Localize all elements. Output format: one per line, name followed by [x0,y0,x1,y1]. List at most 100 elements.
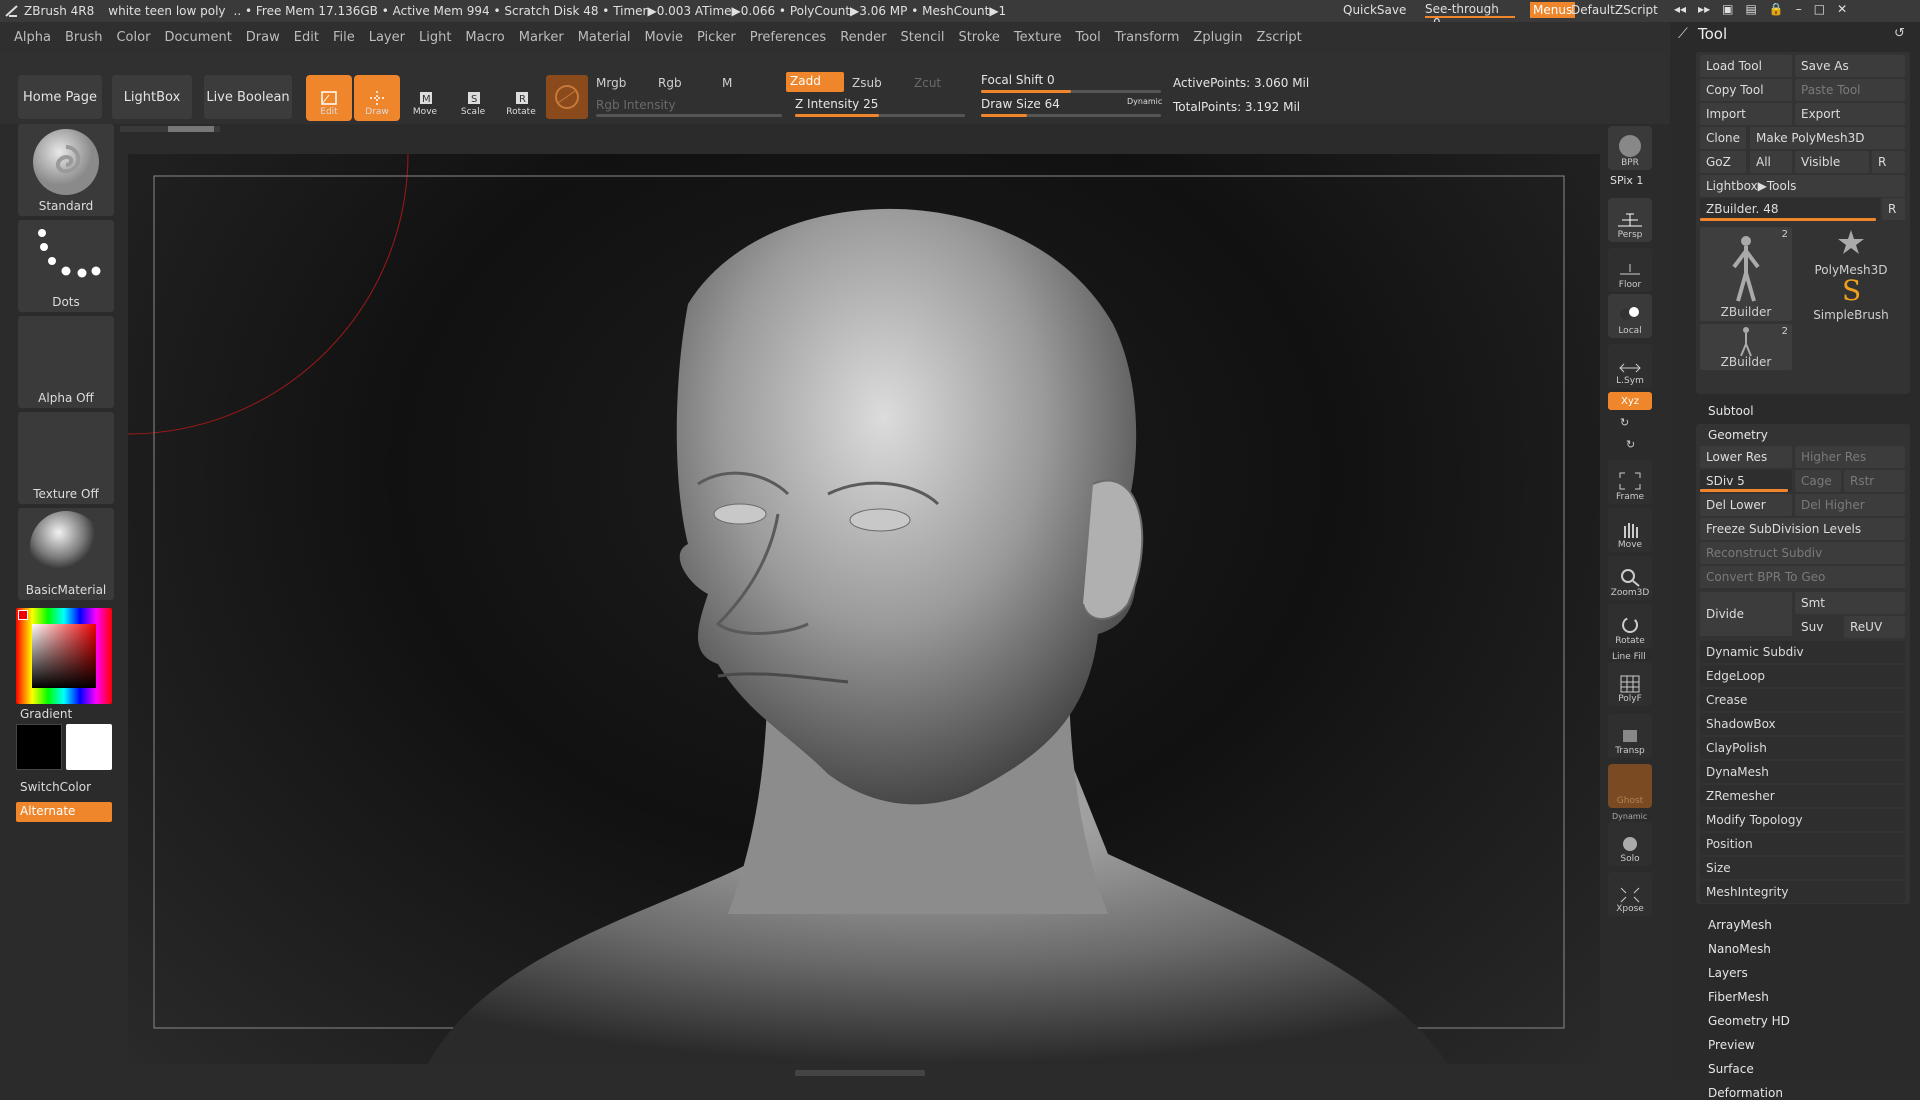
claypolish-header[interactable]: ClayPolish [1700,737,1905,759]
live-boolean-button[interactable]: Live Boolean [204,75,292,119]
scroll-icon[interactable]: ◂◂ [1674,2,1686,16]
canvas-scroll-track[interactable] [120,126,220,132]
color-picker[interactable] [16,608,112,704]
zsub-button[interactable]: Zsub [852,76,882,90]
save-as-button[interactable]: Save As [1795,55,1905,77]
local-button[interactable]: Local [1608,294,1652,338]
subtool-header[interactable]: Subtool [1696,402,1910,422]
gradient-label[interactable]: Gradient [20,707,72,721]
m-button[interactable]: M [722,76,732,90]
crease-header[interactable]: Crease [1700,689,1905,711]
lsym-button[interactable]: L.Sym [1608,344,1652,388]
xpose-button[interactable]: Xpose [1608,872,1652,916]
edgeloop-header[interactable]: EdgeLoop [1700,665,1905,687]
menu-edit[interactable]: Edit [294,30,319,45]
polyf-button[interactable]: PolyF [1608,662,1652,706]
goz-all-button[interactable]: All [1750,151,1792,173]
switch-color-button[interactable]: SwitchColor [20,780,91,794]
preview-header[interactable]: Preview [1708,1038,1755,1052]
lock-icon[interactable]: 🔒 [1769,2,1784,16]
material-channel-button[interactable] [546,75,588,119]
reconstruct-subdiv-button[interactable]: Reconstruct Subdiv [1700,542,1905,564]
menu-texture[interactable]: Texture [1014,30,1062,45]
spix-slider[interactable]: SPix 1 [1610,174,1643,187]
menu-material[interactable]: Material [578,30,631,45]
paste-tool-button[interactable]: Paste Tool [1795,79,1905,101]
tool-pin-icon[interactable]: ⟋ [1678,26,1688,42]
make-polymesh3d-button[interactable]: Make PolyMesh3D [1750,127,1905,149]
zremesher-header[interactable]: ZRemesher [1700,785,1905,807]
stroke-slot[interactable]: Dots [18,220,114,312]
cage-button[interactable]: Cage [1795,470,1841,492]
menu-tool[interactable]: Tool [1075,30,1100,45]
lightbox-tools-button[interactable]: Lightbox▶Tools [1700,175,1905,197]
tool-thumb-polymesh3d[interactable]: PolyMesh3D [1796,227,1906,277]
brush-slot[interactable]: Standard [18,124,114,216]
copy-tool-button[interactable]: Copy Tool [1700,79,1792,101]
menu-zscript[interactable]: Zscript [1257,30,1302,45]
menu-color[interactable]: Color [116,30,150,45]
default-zscript-button[interactable]: DefaultZScript [1571,3,1658,17]
arraymesh-header[interactable]: ArrayMesh [1708,918,1772,932]
maximize-icon[interactable]: □ [1814,2,1825,16]
zbuilder-r-button[interactable]: R [1882,198,1905,220]
zbuilder-slider[interactable]: ZBuilder. 48 [1700,198,1880,220]
xyz-button[interactable]: Xyz [1608,392,1652,410]
secondary-color-swatch[interactable] [16,724,62,770]
export-button[interactable]: Export [1795,103,1905,125]
ghost-button[interactable]: Ghost [1608,764,1652,808]
lower-res-button[interactable]: Lower Res [1700,446,1792,468]
frame-button[interactable]: Frame [1608,460,1652,504]
bottom-scroll-handle[interactable] [795,1070,925,1076]
seethrough-slider[interactable]: See-through 0 [1425,2,1515,30]
higher-res-button[interactable]: Higher Res [1795,446,1905,468]
clone-button[interactable]: Clone [1700,127,1746,149]
dynamic-toggle[interactable]: Dynamic [1127,97,1162,106]
del-higher-button[interactable]: Del Higher [1795,494,1905,516]
close-icon[interactable]: ✕ [1837,2,1847,16]
primary-color-swatch[interactable] [18,610,28,620]
edit-mode-button[interactable]: Edit [306,75,352,121]
bpr-button[interactable]: BPR [1608,126,1652,170]
rgb-intensity-slider[interactable]: Rgb Intensity [596,98,676,112]
texture-slot[interactable]: Texture Off [18,412,114,504]
zadd-button[interactable]: Zadd [786,72,844,92]
layout-icon[interactable]: ▣ [1722,2,1733,16]
z-axis-icon[interactable]: ↻ [1626,438,1635,451]
size-header[interactable]: Size [1700,857,1905,879]
y-axis-icon[interactable]: ↻ [1620,416,1629,429]
menu-preferences[interactable]: Preferences [750,30,826,45]
layers-header[interactable]: Layers [1708,966,1748,980]
alpha-slot[interactable]: Alpha Off [18,316,114,408]
canvas-viewport[interactable] [128,154,1600,1064]
geometry-header[interactable]: Geometry [1708,428,1768,442]
geometry-hd-header[interactable]: Geometry HD [1708,1014,1790,1028]
draw-size-slider[interactable]: Draw Size 64 [981,97,1060,111]
tool-thumb-zbuilder[interactable]: 2 ZBuilder [1700,227,1792,321]
persp-button[interactable]: Persp [1608,198,1652,242]
menus-button[interactable]: Menus [1530,2,1576,18]
goz-visible-button[interactable]: Visible [1795,151,1869,173]
scale-mode-button[interactable]: S Scale [450,75,496,121]
rgb-button[interactable]: Rgb [658,76,682,90]
rstr-button[interactable]: Rstr [1844,470,1905,492]
rotate-mode-button[interactable]: R Rotate [498,75,544,121]
nanomesh-header[interactable]: NanoMesh [1708,942,1771,956]
menu-macro[interactable]: Macro [465,30,504,45]
alternate-toggle[interactable]: Alternate [16,802,112,822]
main-color-swatch[interactable] [66,724,112,770]
zoom3d-button[interactable]: Zoom3D [1608,556,1652,600]
zcut-button[interactable]: Zcut [914,76,941,90]
menu-render[interactable]: Render [840,30,886,45]
solo-button[interactable]: Solo [1608,822,1652,866]
menu-layer[interactable]: Layer [369,30,405,45]
material-slot[interactable]: BasicMaterial [18,508,114,600]
load-tool-button[interactable]: Load Tool [1700,55,1792,77]
menu-stroke[interactable]: Stroke [958,30,999,45]
scroll-right-icon[interactable]: ▸▸ [1698,2,1710,16]
position-header[interactable]: Position [1700,833,1905,855]
del-lower-button[interactable]: Del Lower [1700,494,1792,516]
minimize-icon[interactable]: – [1796,2,1802,16]
goz-r-button[interactable]: R [1872,151,1905,173]
palette-reset-icon[interactable]: ↺ [1894,26,1905,41]
